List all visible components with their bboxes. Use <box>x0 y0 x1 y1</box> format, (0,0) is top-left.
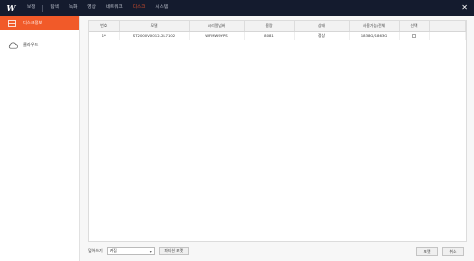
sidebar-item-disk-info[interactable]: 디스크정보 <box>0 16 79 30</box>
menu-item-system[interactable]: 시스템 <box>150 0 173 16</box>
menu-item-calibration[interactable]: 보정 <box>22 0 40 16</box>
menu-item-video[interactable]: 영상 <box>82 0 100 16</box>
cell-usage: 1838G/1863G <box>349 31 400 40</box>
overwrite-label: 덮어쓰기 <box>88 248 103 253</box>
partition-format-button[interactable]: 파티션 포맷 <box>158 247 189 255</box>
logo: W <box>6 3 16 13</box>
sidebar: 디스크정보 클라우드 <box>0 16 80 261</box>
column-header-empty <box>429 21 466 32</box>
column-header-capacity: 용량 <box>244 21 295 32</box>
sidebar-item-label: 클라우드 <box>23 42 39 47</box>
cloud-icon <box>8 41 18 49</box>
column-header-model: 모델 <box>119 21 190 32</box>
main-panel: 번호 모델 시리얼넘버 용량 상태 사용가능/전체 선택 1* ST2000VX… <box>80 16 474 261</box>
overwrite-select-value: 켜짐 <box>109 248 117 253</box>
sidebar-item-label: 디스크정보 <box>23 20 43 25</box>
cell-empty <box>429 31 466 40</box>
cell-select <box>399 31 430 40</box>
menu-item-disk[interactable]: 디스크 <box>128 0 151 16</box>
top-menu-bar: W 보정 탐색 녹화 영상 네트워크 디스크 시스템 ✕ <box>0 0 474 16</box>
select-checkbox[interactable] <box>412 34 416 39</box>
column-header-select: 선택 <box>399 21 430 32</box>
sidebar-item-cloud[interactable]: 클라우드 <box>0 38 79 52</box>
disk-table: 번호 모델 시리얼넘버 용량 상태 사용가능/전체 선택 1* ST2000VX… <box>88 20 467 242</box>
menu-divider <box>42 4 44 12</box>
close-icon[interactable]: ✕ <box>461 3 468 13</box>
cell-status: 정상 <box>294 31 350 40</box>
cell-number: 1* <box>89 31 120 40</box>
cell-capacity: 8081 <box>244 31 295 40</box>
table-row[interactable]: 1* ST2000VX012-2L7102 WFMW9YPS 8081 정상 1… <box>89 31 466 40</box>
overwrite-select[interactable]: 켜짐 ▾ <box>106 247 155 255</box>
cell-model: ST2000VX012-2L7102 <box>119 31 190 40</box>
menu-item-record[interactable]: 녹화 <box>64 0 82 16</box>
footer-buttons: 포맷 취소 <box>412 247 464 256</box>
format-button[interactable]: 포맷 <box>416 247 438 256</box>
column-header-usage: 사용가능/전체 <box>349 21 400 32</box>
overwrite-row: 덮어쓰기 켜짐 ▾ 파티션 포맷 <box>88 246 189 256</box>
cell-serial: WFMW9YPS <box>189 31 245 40</box>
menu-item-search[interactable]: 탐색 <box>45 0 63 16</box>
menu-item-network[interactable]: 네트워크 <box>101 0 128 16</box>
table-header-row: 번호 모델 시리얼넘버 용량 상태 사용가능/전체 선택 <box>89 21 466 32</box>
column-header-serial: 시리얼넘버 <box>189 21 245 32</box>
cancel-button[interactable]: 취소 <box>442 247 464 256</box>
column-header-number: 번호 <box>89 21 120 32</box>
chevron-down-icon: ▾ <box>149 248 152 254</box>
disk-icon <box>8 19 18 27</box>
column-header-status: 상태 <box>294 21 350 32</box>
